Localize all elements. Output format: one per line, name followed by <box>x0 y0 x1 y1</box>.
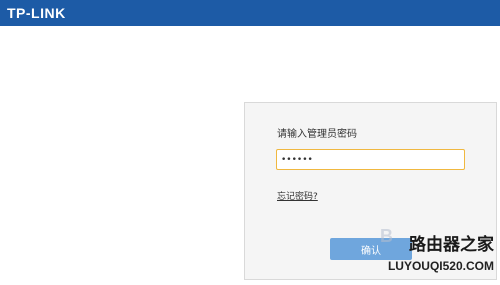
watermark-url: LUYOUQI520.COM <box>387 259 494 273</box>
password-prompt-label: 请输入管理员密码 <box>277 129 357 140</box>
top-header-bar: TP-LINK <box>0 0 500 26</box>
site-watermark: 路由器之家 LUYOUQI520.COM <box>388 235 496 279</box>
forgot-password-link[interactable]: 忘记密码? <box>277 192 318 203</box>
password-input[interactable] <box>276 149 465 170</box>
tp-link-logo: TP-LINK <box>7 5 66 21</box>
watermark-title: 路由器之家 <box>409 235 494 255</box>
baidu-watermark-icon: B <box>380 226 393 246</box>
